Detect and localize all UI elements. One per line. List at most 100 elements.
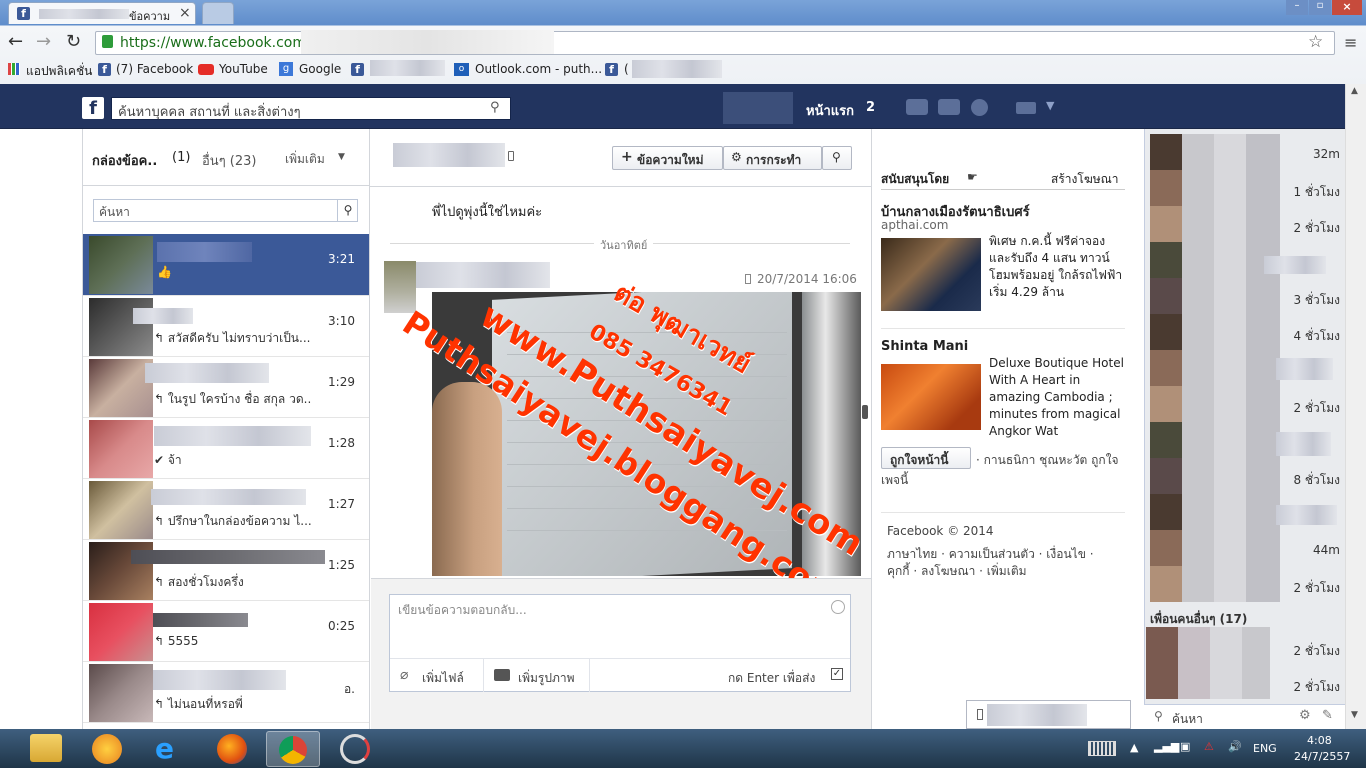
chrome-menu-icon[interactable]: ≡ [1344,33,1357,52]
emoticon-icon[interactable] [831,600,845,614]
reload-icon[interactable]: ↻ [66,31,81,52]
bookmark-youtube[interactable]: YouTube [219,62,268,76]
warning-icon[interactable]: ⚠ [1204,740,1214,753]
chat-tab-minimized[interactable] [966,700,1131,729]
chat-friend-row[interactable]: 4 ชั่วโมง [1150,317,1340,353]
bookmark-facebook[interactable]: (7) Facebook [116,62,193,76]
scroll-down-icon[interactable]: ▼ [1351,710,1358,720]
inbox-search-input[interactable]: ค้นหา [99,203,130,222]
ad1-text[interactable]: พิเศษ ก.ค.นี้ ฟรีค่าจอง และรับถึง 4 แสน … [989,233,1125,301]
account-menu-icon[interactable]: ▼ [1046,99,1054,112]
clock-date[interactable]: 24/7/2557 [1294,750,1350,763]
chat-friend-row[interactable]: 1 ชั่วโมง [1150,173,1340,209]
forward-icon[interactable]: → [36,31,51,52]
notifications-globe-icon[interactable] [971,99,988,116]
page-scrollbar[interactable]: ▲ ▼ [1345,84,1366,729]
clock-time[interactable]: 4:08 [1307,734,1332,747]
show-hidden-icons[interactable]: ▲ [1130,741,1138,754]
bookmark-outlook[interactable]: Outlook.com - puth... [475,62,602,76]
browser-tab-active[interactable]: f ข้อความ × [8,2,196,24]
chat-friend-row[interactable]: 2 ชั่วโมง [1150,389,1340,425]
actions-button[interactable]: ⚙ การกระทำ [723,146,822,170]
bookmark-star-icon[interactable]: ☆ [1308,32,1323,52]
fb-search-input[interactable]: ค้นหาบุคคล สถานที่ และสิ่งต่างๆ [118,101,301,122]
tab-inbox[interactable]: กล่องข้อค.. [92,150,157,171]
enter-to-send-checkbox[interactable]: ✓ [831,668,843,680]
conversation-item[interactable]: 0:25 ↰ 5555 [83,601,369,662]
add-file-button[interactable]: เพิ่มไฟล์ [422,669,464,688]
photo-attachment[interactable] [432,292,861,576]
volume-icon[interactable]: 🔊 [1228,740,1242,753]
paint-taskbar-icon[interactable] [92,734,122,764]
chat-friend-row[interactable]: 8 ชั่วโมง [1150,461,1340,497]
chat-friend-row[interactable]: 2 ชั่วโมง [1150,632,1340,668]
chat-friend-row[interactable]: 2 ชั่วโมง [1150,668,1340,704]
ie-taskbar-icon[interactable]: e [155,732,174,765]
conversation-item[interactable]: 1:25 ↰ สองชั่วโมงครึ่ง [83,540,369,601]
language-indicator[interactable]: ENG [1253,742,1277,755]
ad1-image[interactable] [881,238,981,311]
apps-icon[interactable] [8,63,20,75]
chat-compose-icon[interactable]: ✎ [1322,708,1333,723]
create-ad-link[interactable]: สร้างโฆษณา [1051,170,1119,189]
thumb [432,382,502,576]
home-link[interactable]: หน้าแรก [806,100,854,121]
messages-icon[interactable] [938,99,960,115]
actions-label: การกระทำ [746,153,802,167]
app-taskbar-icon[interactable] [340,734,370,764]
conversation-item[interactable]: 1:27 ↰ ปรึกษาในกล่องข้อความ ไ... [83,479,369,540]
inbox-search[interactable]: ค้นหา ⚲ [93,199,358,222]
add-photo-button[interactable]: เพิ่มรูปภาพ [518,669,575,688]
more-chevron-icon[interactable]: ▼ [338,152,345,162]
close-window-icon[interactable]: × [1332,0,1362,15]
thread-search-button[interactable]: ⚲ [822,146,852,170]
blurred-name [154,426,311,446]
ad2-text[interactable]: Deluxe Boutique Hotel With A Heart in am… [989,355,1125,440]
address-bar[interactable]: https://www.facebook.com ☆ [95,30,1335,55]
new-message-button[interactable]: + ข้อความใหม่ [612,146,723,170]
ad2-title[interactable]: Shinta Mani [881,339,968,354]
privacy-icon[interactable] [1016,102,1036,114]
chat-search-bar[interactable]: ⚲ ค้นหา ⚙ ✎ [1144,704,1345,729]
keyboard-icon[interactable] [1088,741,1116,756]
chat-friend-row[interactable]: 2 ชั่วโมง [1150,569,1340,605]
chat-friend-row[interactable]: 44m [1150,533,1340,569]
chat-last-active: 8 ชั่วโมง [1293,473,1340,487]
ad2-image[interactable] [881,364,981,430]
conversation-selected[interactable]: 3:21 👍 [83,234,369,296]
tab-other[interactable]: อื่นๆ (23) [202,150,257,171]
network-icon[interactable]: ▣ [1180,740,1190,753]
chat-friend-row[interactable]: 3 ชั่วโมง [1150,281,1340,317]
minimize-icon[interactable]: – [1286,0,1308,15]
conversation-item[interactable]: 3:10 ↰ สวัสดีครับ ไม่ทราบว่าเป็น... [83,296,369,357]
chat-search-input[interactable]: ค้นหา [1172,710,1203,729]
bookmark-google[interactable]: Google [299,62,341,76]
bookmark-apps[interactable]: แอปพลิเคชั่น [26,62,92,81]
inbox-search-button[interactable]: ⚲ [337,199,358,222]
ad1-domain[interactable]: apthai.com [881,218,948,232]
conversation-item[interactable]: อ. ↰ ไม่นอนที่หรอพี่ [83,662,369,723]
firefox-taskbar-icon[interactable] [217,734,247,764]
reply-input[interactable]: เขียนข้อความตอบกลับ... [398,601,527,620]
footer-links2[interactable]: คุกกี้ · ลงโฆษณา · เพิ่มเติม [887,562,1027,581]
chrome-taskbar-icon[interactable] [266,731,320,767]
new-tab-button[interactable] [202,2,234,24]
close-tab-icon[interactable]: × [179,5,191,21]
scroll-up-icon[interactable]: ▲ [1351,86,1358,96]
chat-friend-row[interactable]: 32m [1150,137,1340,173]
conversation-item[interactable]: 1:29 ↰ ในรูป ใครบ้าง ชื่อ สกุล วด.. [83,357,369,418]
facebook-logo-icon[interactable]: f [82,97,104,119]
restore-icon[interactable]: ▫ [1309,0,1331,15]
fb-search-box[interactable]: ค้นหาบุคคล สถานที่ และสิ่งต่างๆ ⚲ [111,97,511,120]
more-dropdown[interactable]: เพิ่มเติม [285,150,325,169]
chat-friend-row[interactable]: 2 ชั่วโมง [1150,209,1340,245]
search-icon[interactable]: ⚲ [490,100,500,115]
friend-requests-icon[interactable] [906,99,928,115]
bookmark-last[interactable]: ( [624,62,629,76]
thread-scrollbar[interactable] [862,405,868,419]
conversation-item[interactable]: 1:28 ✔ จ้า [83,418,369,479]
reply-box[interactable]: เขียนข้อความตอบกลับ... ⌀ เพิ่มไฟล์ เพิ่ม… [389,594,851,692]
explorer-taskbar-icon[interactable] [30,734,62,762]
chat-settings-icon[interactable]: ⚙ [1299,708,1311,723]
back-icon[interactable]: ← [8,31,23,52]
